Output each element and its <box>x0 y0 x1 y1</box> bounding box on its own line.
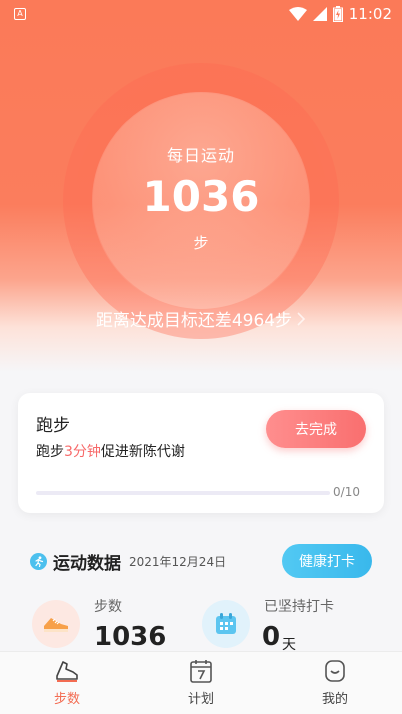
steps-value: 1036 <box>94 622 167 652</box>
running-task-card: 跑步 跑步3分钟促进新陈代谢 去完成 0/10 <box>18 393 384 513</box>
running-description: 跑步3分钟促进新陈代谢 <box>36 441 185 461</box>
calendar-icon <box>190 660 212 683</box>
exercise-data-title: 运动数据 <box>53 553 121 574</box>
running-progress-text: 0/10 <box>333 485 360 499</box>
goal-remaining-text: 距离达成目标还差4964步 <box>95 311 293 331</box>
signal-icon <box>312 7 327 21</box>
health-checkin-button[interactable]: 健康打卡 <box>282 544 372 578</box>
running-progress-bar <box>36 491 330 495</box>
running-desc-suffix: 促进新陈代谢 <box>100 444 185 460</box>
streak-label: 已坚持打卡 <box>264 599 334 615</box>
nav-label-profile: 我的 <box>321 692 348 707</box>
wifi-icon <box>288 7 307 21</box>
calendar-checkin-icon <box>202 600 250 648</box>
nav-item-profile[interactable]: 我的 <box>268 652 402 714</box>
running-desc-highlight: 3分钟 <box>64 444 101 460</box>
goal-remaining-link[interactable]: 距离达成目标还差4964步 <box>0 306 402 331</box>
running-desc-prefix: 跑步 <box>36 444 64 460</box>
steps-label: 步数 <box>94 599 122 615</box>
streak-value: 0 <box>262 622 281 652</box>
step-count: 1036 <box>142 172 260 221</box>
running-title: 跑步 <box>36 416 70 436</box>
chevron-right-icon <box>297 311 306 326</box>
runner-icon <box>30 552 47 570</box>
shoe-icon <box>56 661 78 682</box>
daily-exercise-label: 每日运动 <box>166 146 235 165</box>
app-badge-icon: A <box>14 8 26 20</box>
nav-item-steps[interactable]: 步数 <box>0 652 134 714</box>
complete-button[interactable]: 去完成 <box>266 410 366 448</box>
sneaker-icon <box>32 600 80 648</box>
nav-item-plan[interactable]: 计划 <box>134 652 268 714</box>
battery-icon <box>332 6 343 22</box>
profile-icon <box>325 660 345 682</box>
status-bar: A 11:02 <box>0 0 402 28</box>
bottom-navigation: 步数 计划 我的 <box>0 651 402 714</box>
hero-section: A 11:02 每日运动 1036 步 距离达成目标还差4964步 <box>0 0 402 372</box>
nav-label-plan: 计划 <box>187 692 214 707</box>
clock: 11:02 <box>348 5 392 23</box>
exercise-date: 2021年12月24日 <box>129 554 227 569</box>
step-unit: 步 <box>193 234 209 252</box>
nav-label-steps: 步数 <box>53 692 80 707</box>
